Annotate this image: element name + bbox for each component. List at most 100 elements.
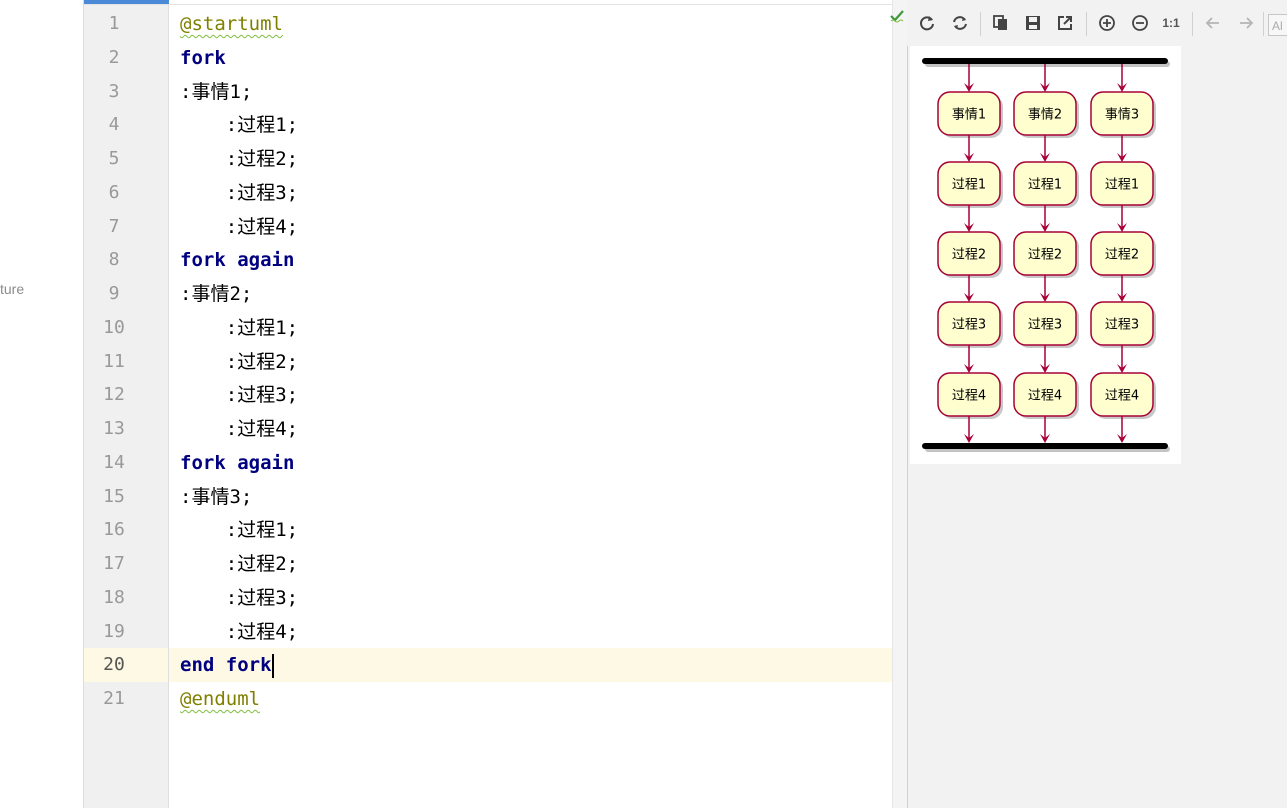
line-number: 14	[103, 451, 125, 473]
line-number: 9	[108, 283, 120, 304]
activity-node-label: 过程2	[1105, 248, 1139, 263]
code-line[interactable]: fork	[180, 41, 226, 75]
line-number: 8	[108, 249, 120, 271]
toolbar-separator	[1192, 12, 1193, 36]
line-number: 5	[108, 148, 120, 169]
line-number: 1	[108, 13, 120, 34]
toolbar-separator	[980, 12, 981, 36]
activity-node-label: 过程4	[1105, 389, 1139, 404]
text-token: :过程4;	[225, 215, 299, 238]
code-line[interactable]: :过程2;	[180, 547, 298, 581]
text-token: :事情2;	[180, 283, 253, 305]
code-line[interactable]: :过程3;	[180, 378, 298, 412]
text-token: :过程3;	[225, 181, 299, 204]
line-number: 18	[103, 586, 125, 608]
code-line[interactable]: :过程3;	[180, 176, 298, 210]
open-external-icon[interactable]	[1053, 11, 1077, 35]
preview-search-field[interactable]: Al	[1268, 14, 1287, 36]
text-token: :过程2;	[225, 553, 299, 575]
zoom-out-icon[interactable]	[1128, 11, 1152, 35]
line-number: 12	[103, 384, 125, 406]
code-line[interactable]: :事情1;	[180, 75, 252, 109]
activity-node-label: 过程3	[1105, 318, 1139, 333]
code-line[interactable]: :过程4;	[180, 412, 298, 446]
code-line[interactable]: @enduml	[180, 682, 260, 716]
text-token: :过程1;	[225, 519, 299, 542]
copy-icon[interactable]	[989, 11, 1013, 35]
line-number: 11	[103, 350, 125, 372]
text-token: :过程2;	[225, 350, 299, 373]
text-token: :过程3;	[225, 586, 299, 609]
current-line-highlight	[169, 648, 906, 682]
activity-node-label: 过程1	[1105, 178, 1139, 193]
join-bar	[922, 443, 1168, 449]
fork-bar	[922, 58, 1168, 64]
structure-tab-label[interactable]: ture	[0, 281, 24, 297]
activity-node-label: 过程1	[952, 178, 986, 193]
text-token: :过程1;	[225, 114, 299, 137]
code-line[interactable]: :过程3;	[180, 581, 298, 615]
code-line[interactable]: :事情2;	[180, 277, 252, 311]
activity-node-label: 过程1	[1028, 178, 1062, 193]
activity-node-label: 过程3	[1028, 318, 1062, 333]
code-line[interactable]: :过程2;	[180, 345, 298, 379]
text-token: :事情1;	[180, 80, 253, 103]
line-number: 17	[103, 553, 125, 574]
preview-toolbar: 1:1	[907, 0, 1287, 46]
code-line[interactable]: :过程1;	[180, 108, 298, 142]
code-line[interactable]: :过程1;	[180, 311, 298, 345]
keyword-token: end fork	[180, 654, 272, 677]
sync-icon[interactable]	[948, 11, 972, 35]
activity-node-label: 事情1	[952, 108, 986, 123]
line-number: 21	[103, 688, 125, 709]
save-icon[interactable]	[1021, 11, 1045, 35]
zoom-in-icon[interactable]	[1095, 11, 1119, 35]
code-line[interactable]: @startuml	[180, 7, 283, 41]
keyword-token: fork again	[180, 249, 295, 272]
keyword-token: fork	[180, 46, 226, 69]
activity-node-label: 过程2	[952, 248, 986, 263]
directive-token: @enduml	[180, 688, 261, 710]
activity-node-label: 过程4	[952, 389, 986, 404]
code-line[interactable]: :过程2;	[180, 142, 298, 176]
text-token: :过程4;	[225, 620, 299, 643]
code-line[interactable]: :事情3;	[180, 480, 252, 514]
code-line[interactable]: :过程4;	[180, 615, 298, 649]
keyword-token: fork again	[180, 451, 295, 474]
activity-diagram: 事情1 过程1 过程2 过程3 过程4 事情2 过程1 过程2 过程3 过程4 事情3 过程1 过程2 过…	[922, 58, 1170, 452]
forward-arrow-icon[interactable]	[1234, 11, 1258, 35]
actual-size-button[interactable]: 1:1	[1159, 11, 1183, 35]
back-arrow-icon[interactable]	[1201, 11, 1225, 35]
line-number: 3	[108, 80, 120, 102]
refresh-icon[interactable]	[915, 11, 939, 35]
toolbar-separator	[1086, 12, 1087, 36]
text-caret	[271, 653, 274, 678]
line-number: 10	[103, 316, 125, 338]
line-number: 15	[103, 485, 125, 507]
activity-node-label: 事情2	[1028, 108, 1062, 123]
activity-node-label: 事情3	[1105, 108, 1139, 123]
text-token: :过程3;	[225, 384, 299, 407]
code-line[interactable]: :过程4;	[180, 210, 298, 244]
toolbar-separator	[1263, 12, 1264, 36]
activity-node-label: 过程4	[1028, 389, 1062, 404]
code-line[interactable]: fork again	[180, 446, 294, 480]
code-line[interactable]: end fork	[180, 648, 274, 682]
line-number: 7	[108, 215, 120, 237]
code-line[interactable]: :过程1;	[180, 513, 298, 547]
code-line[interactable]: fork again	[180, 243, 294, 277]
text-token: :过程1;	[225, 316, 299, 339]
uml-diagram-canvas: 事情1 过程1 过程2 过程3 过程4 事情2 过程1 过程2 过程3 过程4 事情3 过程1 过程2 过…	[910, 46, 1181, 464]
line-number: 16	[103, 519, 125, 541]
editor-scrollbar[interactable]	[892, 0, 907, 808]
